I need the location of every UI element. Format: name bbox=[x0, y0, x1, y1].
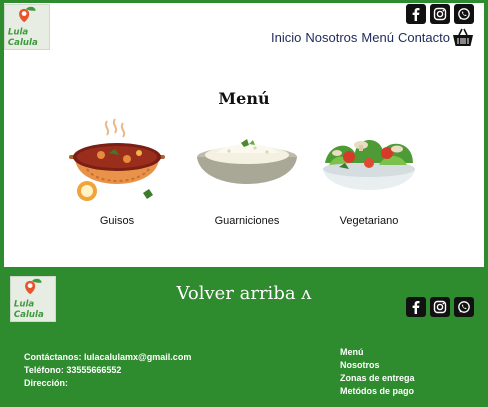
facebook-icon[interactable] bbox=[406, 4, 426, 24]
footer-links: Menú Nosotros Zonas de entrega Metódos d… bbox=[340, 346, 415, 398]
contact-info: Contáctanos: lulacalulamx@gmail.com Telé… bbox=[24, 351, 191, 390]
main-nav: Inicio Nosotros Menú Contacto bbox=[271, 30, 450, 45]
cart-icon[interactable] bbox=[452, 26, 474, 48]
whatsapp-icon[interactable] bbox=[454, 4, 474, 24]
header-social-links bbox=[406, 4, 474, 24]
nav-menu[interactable]: Menú bbox=[361, 30, 394, 45]
category-label: Guarniciones bbox=[214, 215, 280, 227]
category-card-guarniciones[interactable]: Guarniciones bbox=[187, 113, 307, 227]
nav-nosotros[interactable]: Nosotros bbox=[305, 30, 357, 45]
page-title: Menú bbox=[218, 89, 270, 108]
footer-social-links bbox=[406, 297, 474, 317]
salad-bowl-image bbox=[323, 139, 415, 190]
stew-pot-image bbox=[69, 118, 165, 201]
footer-link-menu[interactable]: Menú bbox=[340, 346, 415, 359]
menu-section: Menú Guisos Guarniciones Vegetariano bbox=[4, 53, 484, 267]
category-card-guisos[interactable]: Guisos bbox=[57, 113, 177, 227]
footer: Lula Calula Volver arriba ʌ Contáctanos:… bbox=[0, 267, 488, 407]
svg-text:Calula: Calula bbox=[14, 310, 44, 320]
category-label: Guisos bbox=[99, 215, 135, 227]
contact-address: Dirección: bbox=[24, 378, 69, 388]
svg-text:Calula: Calula bbox=[8, 38, 38, 48]
header: Lula Calula Inicio Nosotros Menú Contact… bbox=[4, 3, 484, 53]
nav-contacto[interactable]: Contacto bbox=[398, 30, 450, 45]
rice-bowl-image bbox=[197, 139, 297, 184]
svg-text:Lula: Lula bbox=[8, 28, 29, 38]
brand-logo[interactable]: Lula Calula bbox=[4, 4, 50, 50]
instagram-icon[interactable] bbox=[430, 297, 450, 317]
instagram-icon[interactable] bbox=[430, 4, 450, 24]
facebook-icon[interactable] bbox=[406, 297, 426, 317]
footer-link-nosotros[interactable]: Nosotros bbox=[340, 359, 415, 372]
category-card-vegetariano[interactable]: Vegetariano bbox=[309, 113, 429, 227]
nav-inicio[interactable]: Inicio bbox=[271, 30, 301, 45]
contact-phone: Teléfono: 33555666552 bbox=[24, 365, 122, 375]
footer-link-metodos-pago[interactable]: Metódos de pago bbox=[340, 385, 415, 398]
contact-email: Contáctanos: lulacalulamx@gmail.com bbox=[24, 352, 192, 362]
footer-link-zonas-entrega[interactable]: Zonas de entrega bbox=[340, 372, 415, 385]
whatsapp-icon[interactable] bbox=[454, 297, 474, 317]
category-label: Vegetariano bbox=[339, 215, 399, 227]
